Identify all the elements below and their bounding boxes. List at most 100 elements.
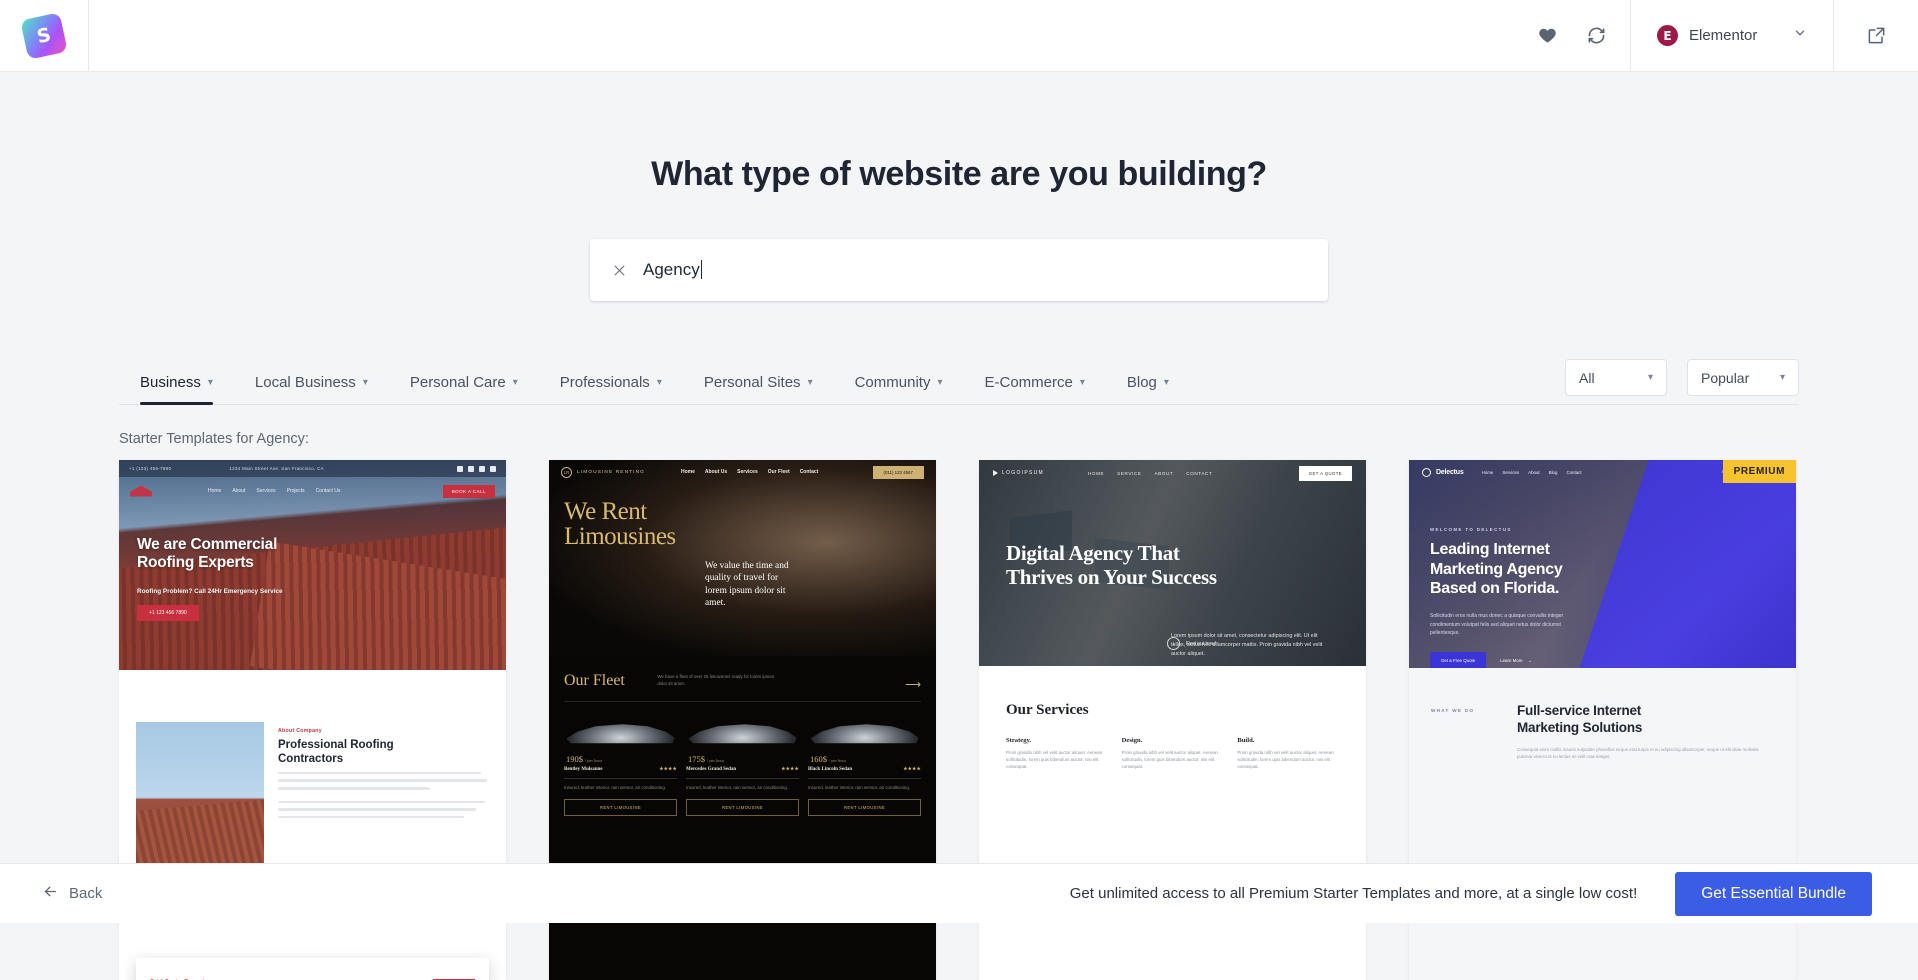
sort-filter-select[interactable]: Popular ▾: [1687, 359, 1799, 396]
mini-lower-title: Full-service Internet Marketing Solution…: [1517, 702, 1774, 737]
tab-local-business[interactable]: Local Business ▾: [234, 374, 389, 404]
mini-lead: We value the time and quality of travel …: [705, 560, 791, 610]
tab-e-commerce[interactable]: E-Commerce ▾: [963, 374, 1105, 404]
get-essential-bundle-button[interactable]: Get Essential Bundle: [1675, 872, 1872, 916]
mini-phone-button: +1 123 456 7890: [137, 605, 199, 621]
mini-subheadline: Roofing Problem? Call 24Hr Emergency Ser…: [137, 588, 283, 595]
mini-car-list: 190$/ per hour Bentley Mulsanne★★★★ Insu…: [549, 702, 936, 816]
tab-personal-sites[interactable]: Personal Sites ▾: [683, 374, 834, 404]
mini-car-name: Black Lincoln Sedan: [808, 767, 852, 772]
mini-service-title: Design.: [1122, 737, 1224, 744]
chevron-down-icon[interactable]: ▾: [1164, 378, 1169, 388]
chevron-down-icon[interactable]: ▾: [1780, 373, 1785, 383]
mini-find-out-link: ↓ Find out how!: [1167, 637, 1216, 650]
mini-cta-button: (011) 123 4567: [873, 466, 924, 479]
card-preview-lower: WHAT WE DO Full-service Internet Marketi…: [1409, 668, 1796, 980]
mini-about-title: Professional Roofing Contractors: [278, 738, 489, 767]
tab-blog[interactable]: Blog ▾: [1106, 374, 1190, 404]
tab-community[interactable]: Community ▾: [834, 374, 964, 404]
tab-list: Business ▾ Local Business ▾ Personal Car…: [119, 374, 1190, 404]
arrow-left-icon: [42, 883, 59, 904]
search-input[interactable]: Agency: [590, 239, 1328, 301]
type-filter-select[interactable]: All ▾: [1565, 359, 1667, 396]
mini-car-name: Bentley Mulsanne: [564, 767, 602, 772]
external-link-button[interactable]: [1834, 0, 1918, 71]
mini-nav-item: Our Fleet: [768, 469, 790, 475]
mini-eyebrow: WELCOME TO DELECTUS: [1430, 527, 1512, 532]
mini-car-price: 160$: [810, 754, 827, 764]
chevron-down-icon[interactable]: ▾: [363, 378, 368, 388]
tab-label: Community: [855, 374, 931, 391]
chevron-down-icon[interactable]: ▾: [808, 378, 813, 388]
mini-service-body: Proin gravida nibh vel velit auctor aliq…: [1122, 749, 1224, 770]
account-selector[interactable]: E Elementor: [1631, 0, 1833, 71]
chevron-down-icon[interactable]: ▾: [208, 378, 213, 388]
chevron-down-icon[interactable]: ▾: [1648, 373, 1653, 383]
mini-car-desc: Insured, leather interior, rain sensor, …: [808, 785, 921, 792]
car-icon: [808, 714, 921, 748]
mini-button-group: Get a Free Quote Learn More →: [1430, 652, 1532, 668]
mini-nav-item: HOME: [1088, 471, 1104, 476]
tab-label: Local Business: [255, 374, 356, 391]
back-label: Back: [69, 885, 102, 902]
mini-nav-item: Services: [256, 488, 275, 494]
clear-icon[interactable]: [612, 263, 627, 278]
mini-nav-item: Contact: [800, 469, 819, 475]
tab-personal-care[interactable]: Personal Care ▾: [389, 374, 539, 404]
mini-car-item: 175$/ per hour Mercedes Grand Sedan★★★★ …: [686, 714, 799, 816]
delectus-logo-icon: [1422, 468, 1431, 477]
elementor-badge-icon: E: [1657, 25, 1678, 46]
mini-car-unit: / per hour: [585, 758, 602, 763]
mini-car-cta: RENT LIMOUSINE: [686, 799, 799, 816]
mini-what-we-do-label: WHAT WE DO: [1431, 702, 1503, 980]
rating-stars-icon: ★★★★: [903, 766, 921, 772]
main-stage: What type of website are you building? A…: [0, 72, 1918, 923]
starter-templates-logo-icon: S: [20, 12, 67, 59]
mini-inspection-form: Quick Service Request Send Inspection Re…: [136, 958, 489, 980]
card-preview-lower: Our Services Strategy. Proin gravida nib…: [979, 666, 1366, 770]
mini-service-body: Proin gravida nibh vel velit auctor aliq…: [1237, 749, 1339, 770]
mini-address: 1234 Main Street Ave, San Francisco, CA: [229, 466, 324, 471]
divider: [564, 778, 677, 779]
tab-label: E-Commerce: [984, 374, 1072, 391]
mini-nav: LOGOIPSUM HOME SERVICE ABOUT CONTACT GET…: [979, 460, 1366, 486]
mini-nav-item: About: [1528, 470, 1539, 475]
mini-fleet-section: Our Fleet ⟶ We have a fleet of over 25 l…: [549, 656, 936, 690]
chevron-down-icon[interactable]: [1793, 26, 1807, 45]
mini-nav-item: Contact: [1566, 470, 1581, 475]
mini-nav: Home About Services Projects Contact Us …: [119, 477, 506, 505]
mini-car-desc: Insured, leather interior, rain sensor, …: [686, 785, 799, 792]
divider: [808, 778, 921, 779]
chevron-down-icon[interactable]: ▾: [513, 378, 518, 388]
upsell-text: Get unlimited access to all Premium Star…: [1070, 885, 1637, 902]
tab-label: Business: [140, 374, 201, 391]
mini-nav-item: Services: [737, 469, 758, 475]
tab-professionals[interactable]: Professionals ▾: [539, 374, 683, 404]
mini-topbar: +1 (123) 456-7890 1234 Main Street Ave, …: [119, 460, 506, 477]
type-filter-value: All: [1579, 370, 1595, 386]
text-line: [278, 816, 464, 819]
chevron-down-icon[interactable]: ▾: [657, 378, 662, 388]
mini-car-item: 160$/ per hour Black Lincoln Sedan★★★★ I…: [808, 714, 921, 816]
mini-brand: LIMOUSINE RENTING: [577, 470, 645, 475]
app-logo[interactable]: S: [0, 0, 89, 71]
mini-nav-item: Home: [681, 469, 695, 475]
tab-label: Blog: [1127, 374, 1157, 391]
mini-nav-item: Blog: [1549, 470, 1558, 475]
text-line: [278, 808, 476, 811]
mini-eyebrow: About Company: [278, 728, 489, 734]
mini-headline: We Rent Limousines: [564, 500, 676, 549]
mini-car-price: 175$: [688, 754, 705, 764]
divider: [686, 778, 799, 779]
mini-nav-item: CONTACT: [1186, 471, 1212, 476]
rating-stars-icon: ★★★★: [781, 766, 799, 772]
chevron-down-icon[interactable]: ▾: [937, 378, 942, 388]
heart-icon[interactable]: [1538, 26, 1557, 45]
tab-business[interactable]: Business ▾: [119, 374, 234, 404]
mini-nav-item: Projects: [287, 488, 305, 494]
back-button[interactable]: Back: [42, 883, 102, 904]
chevron-down-icon[interactable]: ▾: [1080, 378, 1085, 388]
rating-stars-icon: ★★★★: [659, 766, 677, 772]
external-link-icon[interactable]: [1867, 26, 1886, 45]
sync-icon[interactable]: [1587, 26, 1606, 45]
